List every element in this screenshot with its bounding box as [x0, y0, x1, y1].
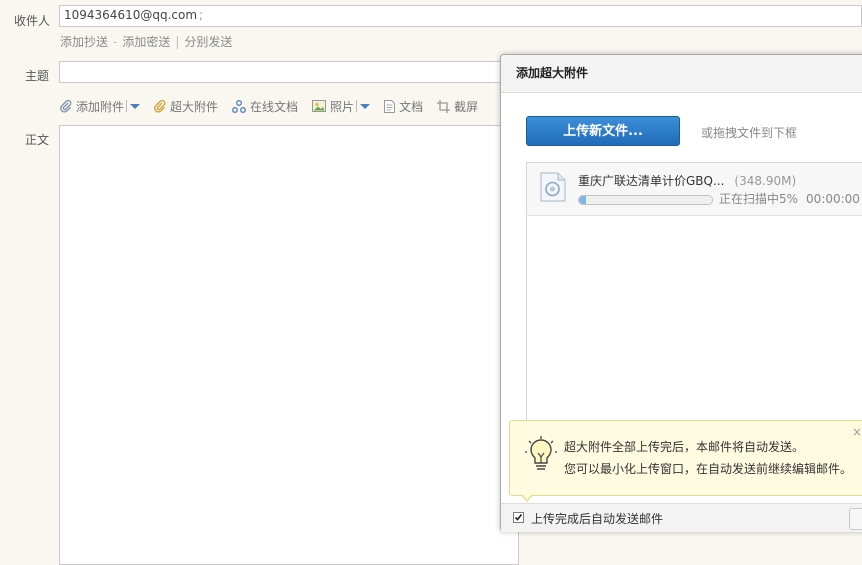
- auto-send-label[interactable]: 上传完成后自动发送邮件: [531, 510, 663, 527]
- to-label: 收件人: [14, 14, 51, 28]
- drag-hint: 或拖拽文件到下框: [701, 126, 798, 140]
- tip-line-1: 超大附件全部上传完后，本邮件将自动发送。: [564, 440, 805, 454]
- file-name-text: 重庆广联达清单计价GBQ...: [578, 174, 725, 188]
- attachment-dropdown-icon[interactable]: [130, 103, 141, 109]
- add-bcc-link[interactable]: 添加密送: [122, 35, 170, 49]
- recipient-links: 添加抄送 - 添加密送 | 分别发送: [60, 33, 232, 50]
- online-doc-label: 在线文档: [250, 99, 299, 114]
- big-attachment-label: 超大附件: [170, 99, 219, 114]
- upload-status: 正在扫描中5% 00:00:00: [719, 190, 860, 207]
- auto-send-checkbox[interactable]: [513, 512, 524, 523]
- photo-dropdown-icon[interactable]: [360, 103, 371, 109]
- elapsed-time: 00:00:00: [806, 192, 860, 206]
- upload-progress-bar: [578, 195, 713, 205]
- photo-label: 照片: [330, 99, 355, 114]
- subject-input[interactable]: [59, 61, 509, 83]
- screenshot-label: 截屏: [454, 99, 479, 114]
- link-dash: -: [113, 35, 118, 49]
- file-name: 重庆广联达清单计价GBQ... (348.90M): [578, 172, 796, 189]
- dialog-footer: 上传完成后自动发送邮件: [501, 503, 862, 532]
- body-editor[interactable]: [59, 125, 519, 565]
- paperclip-gold-icon: [154, 99, 166, 113]
- screenshot-icon: [437, 99, 451, 113]
- upload-progress-fill: [579, 196, 586, 204]
- online-doc-button[interactable]: 在线文档: [232, 98, 298, 115]
- add-attachment-label: 添加附件: [76, 99, 125, 114]
- compose-toolbar: 添加附件 超大附件 在线文档 照片 文档 截屏: [60, 97, 492, 115]
- tip-line-2: 您可以最小化上传窗口，在自动发送前继续编辑邮件。: [564, 462, 853, 476]
- to-field[interactable]: 1094364610@qq.com;: [59, 5, 862, 27]
- file-size: (348.90M): [734, 174, 797, 188]
- photo-icon: [312, 100, 327, 112]
- upload-new-file-button[interactable]: 上传新文件...: [526, 116, 680, 146]
- photo-button[interactable]: 照片: [312, 98, 371, 115]
- paperclip-icon: [60, 99, 72, 113]
- big-attachment-dialog: 添加超大附件 上传新文件... 或拖拽文件到下框 重庆广联达清单计价GBQ...…: [500, 54, 862, 532]
- file-drop-list[interactable]: 重庆广联达清单计价GBQ... (348.90M) 正在扫描中5% 00:00:00: [526, 162, 862, 424]
- file-row: 重庆广联达清单计价GBQ... (348.90M) 正在扫描中5% 00:00:00: [527, 163, 862, 216]
- toolbar-divider: [356, 100, 358, 112]
- link-pipe: |: [175, 35, 180, 49]
- lightbulb-icon: [525, 436, 557, 470]
- big-attachment-button[interactable]: 超大附件: [154, 98, 218, 115]
- subject-label: 主题: [25, 69, 50, 83]
- send-separately-link[interactable]: 分别发送: [184, 35, 232, 49]
- recipient-separator: ;: [199, 8, 204, 22]
- screenshot-button[interactable]: 截屏: [437, 98, 478, 115]
- scan-status: 正在扫描中5%: [719, 192, 799, 206]
- check-icon: [514, 514, 523, 521]
- footer-button[interactable]: [849, 508, 862, 530]
- file-icon: [540, 172, 566, 202]
- document-icon: [384, 99, 396, 113]
- online-doc-icon: [232, 99, 246, 113]
- add-cc-link[interactable]: 添加抄送: [60, 35, 108, 49]
- document-label: 文档: [399, 99, 424, 114]
- toolbar-divider: [126, 100, 128, 112]
- auto-send-tip: 超大附件全部上传完后，本邮件将自动发送。 您可以最小化上传窗口，在自动发送前继续…: [509, 420, 862, 502]
- tip-pointer-inner: [522, 494, 532, 500]
- add-attachment-button[interactable]: 添加附件: [60, 98, 141, 115]
- body-label: 正文: [25, 133, 50, 147]
- tip-close-icon[interactable]: ×: [852, 425, 862, 439]
- recipient-address[interactable]: 1094364610@qq.com: [64, 8, 197, 22]
- dialog-title[interactable]: 添加超大附件: [501, 55, 862, 93]
- document-button[interactable]: 文档: [384, 98, 423, 115]
